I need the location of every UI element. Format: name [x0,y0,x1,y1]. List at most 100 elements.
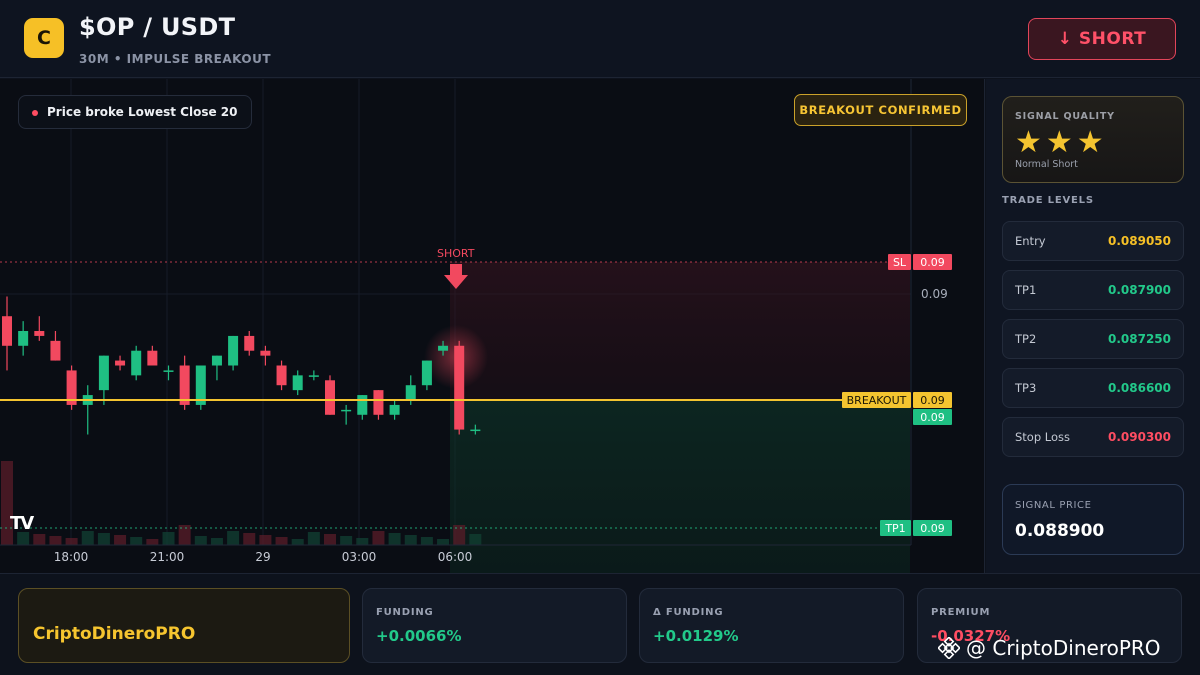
candle-body [470,429,481,432]
candle [195,365,206,410]
breakout-confirmed-badge: BREAKOUT CONFIRMED [794,94,967,126]
trade-levels-title: TRADE LEVELS [1002,195,1094,206]
header: C $OP / USDT 30M • IMPULSE BREAKOUT ↓ SH… [0,0,1200,78]
trade-level-value: 0.087250 [1107,332,1171,346]
trade-level-tp1[interactable]: TP1 0.087900 [1002,270,1184,310]
candle-body [389,404,400,415]
candle-body [98,355,109,391]
signal-price-card: SIGNAL PRICE 0.088900 [1002,484,1184,555]
volume-bar [404,535,417,545]
volume-bar [227,531,240,545]
signal-price-value: 0.088900 [1015,521,1105,541]
candle-body [341,409,352,412]
candle [260,345,271,366]
candle [421,360,432,391]
candle [389,400,400,420]
volume-bar [307,532,320,545]
trade-level-label: TP2 [1015,332,1037,346]
volume-bars [1,461,482,545]
candle [18,321,29,356]
breakout-reason-pill: Price broke Lowest Close 20 [18,95,253,129]
alert-dot-icon [32,110,38,116]
candle-body [421,360,432,386]
delta-funding-value: +0.0129% [653,627,739,645]
brand-name: CriptoDineroPRO [33,624,196,644]
short-signal-label: SHORT [437,247,475,260]
candle [325,375,335,415]
candle-body [18,331,29,346]
watermark-text: @ CriptoDineroPRO [966,636,1161,660]
x-tick-label: 29 [255,550,271,564]
trade-level-value: 0.087900 [1107,283,1171,297]
candle [341,404,352,425]
sl-tag: SL [888,254,911,270]
volume-bar [372,531,385,545]
candle-body [276,365,287,386]
candle [211,355,222,381]
volume-bar [243,533,256,545]
volume-bar [437,539,450,545]
stop-loss-zone [450,262,910,400]
volume-bar [194,536,207,545]
sl-price-tag: 0.09 [913,254,952,270]
candle [115,355,126,371]
candle [228,335,239,371]
candle-body [147,350,158,366]
volume-bar [81,531,94,545]
star-rating-icon: ★★★ [1015,125,1108,160]
trade-level-tp2[interactable]: TP2 0.087250 [1002,319,1184,359]
volume-bar [356,538,369,545]
x-tick-label: 03:00 [341,550,377,564]
candle-body [2,316,12,346]
binance-icon [938,637,960,659]
brand-card: CriptoDineroPRO [18,588,350,663]
app-logo: C [24,18,64,58]
candle-body [438,345,449,351]
trade-level-label: Entry [1015,234,1046,248]
premium-label: PREMIUM [931,607,991,618]
candle-body [292,375,303,391]
tp1-price-tag: 0.09 [913,520,952,536]
candle-body [244,335,255,351]
candle-body [163,370,174,372]
trade-level-tp3[interactable]: TP3 0.086600 [1002,368,1184,408]
candles [2,296,481,435]
volume-bar [130,537,143,545]
signal-quality-title: SIGNAL QUALITY [1015,111,1115,122]
volume-bar [146,539,159,545]
volume-bar [420,537,433,545]
candle-body [357,395,368,415]
pair-subtitle: 30M • IMPULSE BREAKOUT [79,52,272,66]
volume-bar [97,533,110,545]
watermark: @ CriptoDineroPRO [938,636,1161,660]
trade-level-value: 0.089050 [1107,234,1171,248]
trade-level-label: TP3 [1015,381,1037,395]
take-profit-zone [450,400,910,573]
candle [179,355,190,410]
volume-bar [114,535,127,545]
x-tick-label: 18:00 [53,550,89,564]
candle [98,355,109,405]
candle [131,345,142,381]
funding-value: +0.0066% [376,627,462,645]
volume-bar [291,539,304,545]
trade-level-entry[interactable]: Entry 0.089050 [1002,221,1184,261]
candle-body [115,360,126,366]
funding-label: FUNDING [376,607,434,618]
breakout-tag: BREAKOUT [842,392,911,408]
x-tick-label: 21:00 [149,550,185,564]
candle [373,390,384,420]
candle [308,370,319,381]
volume-bar [324,534,336,545]
signal-side-panel: SIGNAL QUALITY ★★★ Normal Short TRADE LE… [986,79,1200,573]
volume-bar [33,534,46,545]
short-button[interactable]: ↓ SHORT [1028,18,1176,60]
volume-bar [162,532,175,545]
volume-bar [469,534,482,545]
candle-body [260,350,271,356]
current-price-tag: 0.09 [913,409,952,425]
price-chart[interactable]: Price broke Lowest Close 20 BREAKOUT CON… [0,79,985,573]
trade-level-stop-loss[interactable]: Stop Loss 0.090300 [1002,417,1184,457]
candle [276,360,287,391]
signal-price-label: SIGNAL PRICE [1015,500,1092,511]
